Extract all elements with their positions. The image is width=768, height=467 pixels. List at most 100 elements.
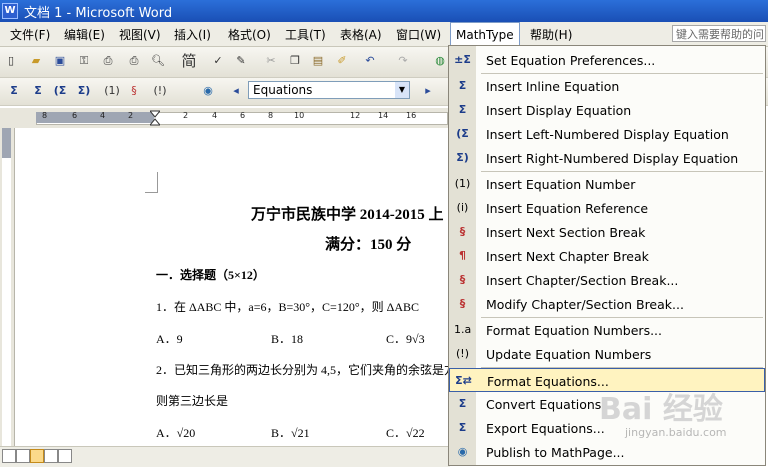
q1-option-c: C．9√3	[386, 332, 425, 346]
ruler-tick: 4	[100, 111, 106, 120]
publish-icon: ◉	[457, 445, 468, 458]
right-numbered-icon: Σ)	[456, 151, 469, 164]
inline-equation-toolbar-icon[interactable]: Σ	[6, 83, 22, 99]
equation-reference-icon: (i)	[456, 201, 469, 214]
outline-view-icon[interactable]	[44, 449, 58, 463]
mathpage-toolbar-icon[interactable]: ◉	[200, 83, 216, 99]
ruler-tick: 2	[128, 111, 134, 120]
menu-item-format-equation-numbers[interactable]: 1.a Format Equation Numbers...	[449, 318, 765, 342]
menu-item-label: Insert Left-Numbered Display Equation	[486, 127, 729, 142]
menu-item-publish-mathpage[interactable]: ◉ Publish to MathPage...	[449, 440, 765, 464]
display-equation-toolbar-icon[interactable]: Σ	[30, 83, 46, 99]
convert-equations-icon: Σ	[458, 397, 467, 410]
menu-item-label: Convert Equations	[486, 397, 602, 412]
menu-item-left-numbered[interactable]: (Σ Insert Left-Numbered Display Equation	[449, 122, 765, 146]
menu-file[interactable]: 文件(F)	[10, 26, 50, 43]
menu-item-label: Insert Inline Equation	[486, 79, 620, 94]
menu-insert[interactable]: 插入(I)	[174, 26, 211, 43]
menu-item-label: Modify Chapter/Section Break...	[486, 297, 684, 312]
reading-view-icon[interactable]	[58, 449, 72, 463]
redo-icon[interactable]: ↷	[395, 53, 411, 69]
menu-window[interactable]: 窗口(W)	[396, 26, 441, 43]
spelling-icon[interactable]: ✓	[210, 53, 226, 69]
equation-number-icon: (1)	[454, 177, 471, 190]
menu-edit[interactable]: 编辑(E)	[64, 26, 105, 43]
equation-number-toolbar-icon[interactable]: (1)	[102, 83, 122, 99]
menu-tools[interactable]: 工具(T)	[285, 26, 326, 43]
open-folder-icon[interactable]: ▰	[28, 53, 44, 69]
menu-item-display-equation[interactable]: Σ Insert Display Equation	[449, 98, 765, 122]
ruler-tick: 8	[268, 111, 274, 120]
menu-view[interactable]: 视图(V)	[119, 26, 161, 43]
watermark-url: jingyan.baidu.com	[625, 426, 727, 439]
hyperlink-icon[interactable]: ◍	[432, 53, 448, 69]
document-page[interactable]: 万宁市民族中学 2014-2015 上 满分：150 分 一．选择题（5×12）…	[15, 128, 450, 446]
format-painter-icon[interactable]: ✐	[334, 53, 350, 69]
horizontal-ruler: 8 6 4 2 2 4 6 8 10 12 14 16	[0, 108, 450, 129]
export-equations-icon: Σ	[458, 421, 467, 434]
vruler-strip	[2, 128, 11, 446]
chapter-break-icon: ¶	[459, 249, 466, 262]
chevron-down-icon[interactable]: ▼	[395, 82, 409, 98]
permission-icon[interactable]: ⚿	[76, 53, 92, 69]
ruler-tick: 16	[406, 111, 417, 120]
menu-item-label: Insert Chapter/Section Break...	[486, 273, 679, 288]
menu-mathtype[interactable]: MathType	[450, 22, 520, 47]
view-bar	[0, 446, 450, 467]
menu-item-next-section-break[interactable]: § Insert Next Section Break	[449, 220, 765, 244]
mathtype-menu: ±Σ Set Equation Preferences... Σ Insert …	[448, 45, 766, 466]
update-numbers-toolbar-icon[interactable]: (!)	[150, 83, 170, 99]
menu-item-update-equation-numbers[interactable]: (!) Update Equation Numbers	[449, 342, 765, 366]
menu-help[interactable]: 帮助(H)	[530, 26, 572, 43]
preferences-icon: ±Σ	[454, 53, 471, 66]
format-equations-icon: Σ⇄	[455, 374, 472, 387]
title-bar: W 文档 1 - Microsoft Word	[0, 0, 768, 22]
research-icon[interactable]: ✎	[233, 53, 249, 69]
menu-item-label: Export Equations...	[486, 421, 605, 436]
cut-icon[interactable]: ✂	[263, 53, 279, 69]
indent-marker-icon[interactable]	[148, 108, 162, 128]
back-arrow-icon[interactable]: ◂	[228, 83, 244, 99]
web-view-icon[interactable]	[16, 449, 30, 463]
undo-icon[interactable]: ↶	[362, 53, 378, 69]
copy-icon[interactable]: ❐	[287, 53, 303, 69]
forward-arrow-icon[interactable]: ▸	[420, 83, 436, 99]
format-numbers-icon: 1.a	[454, 323, 472, 336]
menu-item-modify-chapter-section-break[interactable]: § Modify Chapter/Section Break...	[449, 292, 765, 316]
print-layout-view-icon[interactable]	[30, 449, 44, 463]
save-icon[interactable]: ▣	[52, 53, 68, 69]
print-preview-icon[interactable]: ⎙	[100, 53, 116, 69]
chapter-section-break-icon: §	[459, 273, 466, 286]
menu-item-equation-number[interactable]: (1) Insert Equation Number	[449, 172, 765, 196]
margin-corner	[145, 172, 158, 193]
menu-table[interactable]: 表格(A)	[340, 26, 382, 43]
menu-item-label: Format Equations...	[487, 374, 609, 389]
watermark-brand: Bai 经验	[599, 392, 723, 427]
menu-item-equation-reference[interactable]: (i) Insert Equation Reference	[449, 196, 765, 220]
help-search-input[interactable]: 键入需要帮助的问	[672, 25, 766, 42]
style-dropdown[interactable]: Equations ▼	[248, 81, 410, 99]
inline-equation-icon: Σ	[458, 79, 467, 92]
menu-item-set-preferences[interactable]: ±Σ Set Equation Preferences...	[449, 48, 765, 72]
word-app-icon: W	[2, 3, 18, 19]
left-numbered-toolbar-icon[interactable]: (Σ	[52, 83, 68, 99]
ruler-tick: 6	[72, 111, 78, 120]
modify-break-icon: §	[459, 297, 466, 310]
menu-item-inline-equation[interactable]: Σ Insert Inline Equation	[449, 74, 765, 98]
menu-item-label: Insert Display Equation	[486, 103, 632, 118]
menu-item-next-chapter-break[interactable]: ¶ Insert Next Chapter Break	[449, 244, 765, 268]
menu-format[interactable]: 格式(O)	[228, 26, 271, 43]
right-numbered-toolbar-icon[interactable]: Σ)	[76, 83, 92, 99]
menu-item-right-numbered[interactable]: Σ) Insert Right-Numbered Display Equatio…	[449, 146, 765, 170]
q2-option-b: B．√21	[271, 426, 310, 440]
simplified-chinese-icon[interactable]: 简	[178, 53, 200, 69]
section-break-toolbar-icon[interactable]: §	[126, 83, 142, 99]
preview-icon[interactable]: 🔍︎	[150, 53, 166, 69]
print-icon[interactable]: ⎙	[126, 53, 142, 69]
normal-view-icon[interactable]	[2, 449, 16, 463]
ruler-tick: 12	[350, 111, 361, 120]
paste-icon[interactable]: ▤	[310, 53, 326, 69]
menu-item-insert-chapter-section-break[interactable]: § Insert Chapter/Section Break...	[449, 268, 765, 292]
new-document-icon[interactable]: ▯	[3, 53, 19, 69]
left-numbered-icon: (Σ	[456, 127, 469, 140]
